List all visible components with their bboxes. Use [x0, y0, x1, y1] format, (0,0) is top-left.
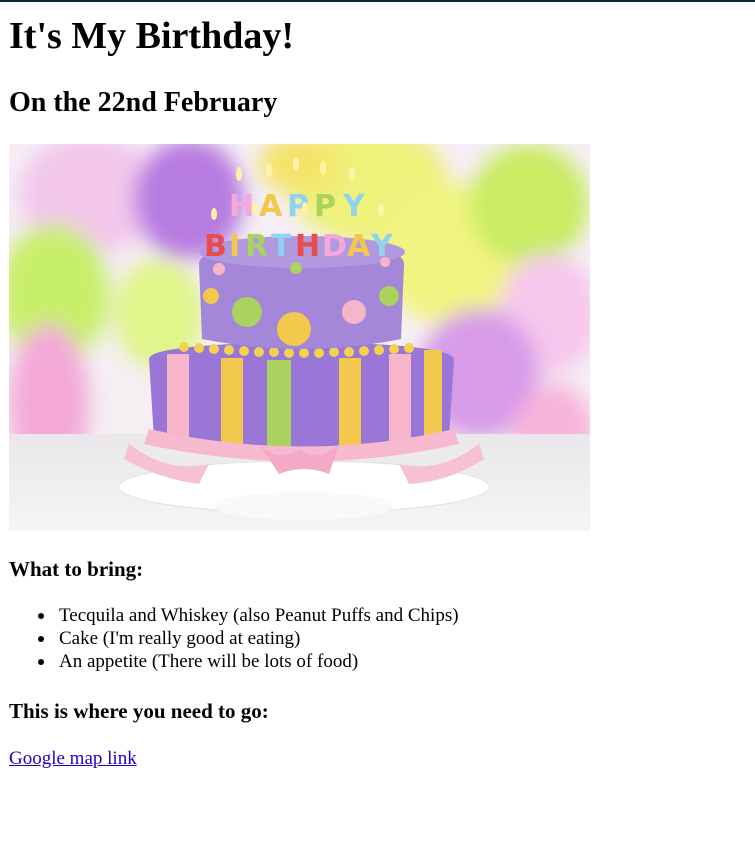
top-border	[0, 0, 755, 2]
svg-text:B: B	[204, 229, 227, 264]
svg-text:T: T	[271, 229, 292, 264]
svg-text:R: R	[245, 229, 268, 264]
svg-text:P: P	[314, 189, 336, 224]
svg-text:D: D	[322, 229, 347, 264]
svg-text:A: A	[347, 229, 371, 264]
location-heading: This is where you need to go:	[9, 699, 269, 723]
page-subtitle: On the 22nd February	[9, 87, 278, 118]
svg-text:Y: Y	[342, 189, 366, 224]
svg-text:H: H	[295, 229, 320, 264]
svg-text:I: I	[229, 229, 240, 264]
svg-text:A: A	[259, 189, 283, 224]
birthday-cake-image: H A P P Y B I R T H D A Y	[9, 144, 590, 531]
list-item: Tecquila and Whiskey (also Peanut Puffs …	[38, 605, 459, 626]
google-map-link[interactable]: Google map link	[9, 747, 137, 771]
bring-list: Tecquila and Whiskey (also Peanut Puffs …	[9, 604, 459, 673]
list-item: Cake (I'm really good at eating)	[38, 627, 459, 650]
page-title: It's My Birthday!	[9, 15, 294, 57]
what-to-bring-heading: What to bring:	[9, 557, 144, 581]
list-item: An appetite (There will be lots of food)	[38, 650, 459, 673]
svg-text:Y: Y	[370, 229, 394, 264]
svg-text:H: H	[229, 189, 254, 224]
